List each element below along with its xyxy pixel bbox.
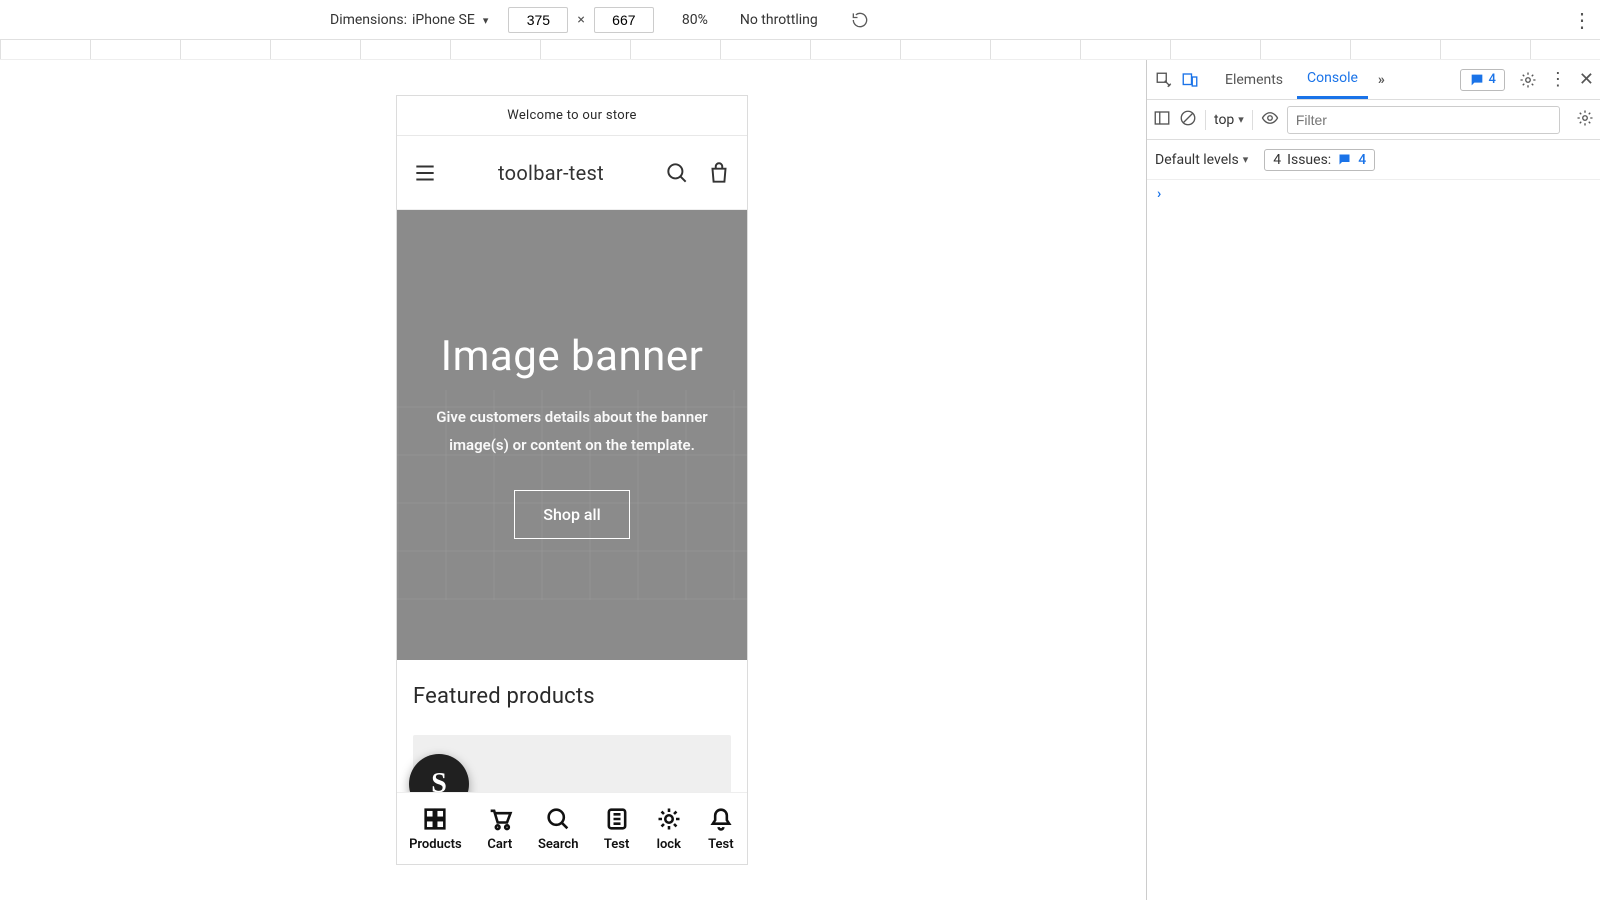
devtools-tabs: Elements Console » 4 ⋮ ✕ [1147, 60, 1600, 100]
issues-button[interactable]: 4 Issues: 4 [1264, 149, 1375, 171]
toolbar-item-cart[interactable]: Cart [486, 805, 514, 852]
rotate-button[interactable] [850, 10, 870, 30]
zoom-value: 80% [682, 12, 708, 28]
bell-icon [707, 805, 735, 833]
message-icon [1337, 152, 1352, 167]
toolbar-item-test-2[interactable]: Test [707, 805, 735, 852]
messages-badge[interactable]: 4 [1460, 69, 1505, 91]
toolbar-item-test-1[interactable]: Test [603, 805, 631, 852]
zoom-select[interactable]: 80% [682, 12, 712, 28]
banner-title: Image banner [441, 332, 704, 381]
banner-subtitle: Give customers details about the banner … [415, 403, 729, 460]
more-tabs-button[interactable]: » [1372, 72, 1391, 88]
device-toolbar: Dimensions: iPhone SE × 80% No throttlin… [0, 0, 1600, 40]
more-options-button[interactable]: ⋮ [1572, 8, 1592, 32]
issues-count-prefix: 4 [1273, 152, 1281, 168]
dimensions-label: Dimensions: [330, 12, 407, 28]
inspect-element-button[interactable] [1153, 69, 1175, 91]
device-icon [1181, 71, 1199, 89]
no-entry-icon [1179, 109, 1197, 127]
console-subtoolbar: Default levels 4 Issues: 4 [1147, 140, 1600, 180]
announcement-bar: Welcome to our store [397, 96, 747, 136]
toolbar-item-label: Products [409, 837, 462, 852]
badge-count: 4 [1489, 72, 1496, 87]
tab-elements[interactable]: Elements [1215, 60, 1293, 99]
shop-all-button[interactable]: Shop all [514, 490, 629, 539]
console-toolbar: top [1147, 100, 1600, 140]
log-levels-select[interactable]: Default levels [1155, 152, 1248, 168]
filter-input[interactable] [1287, 106, 1560, 134]
bottom-toolbar: Products Cart Search Test lock [397, 792, 747, 864]
newspaper-icon [603, 805, 631, 833]
mobile-frame: Welcome to our store toolbar-test Image … [396, 95, 748, 865]
toolbar-item-label: Test [604, 837, 629, 852]
throttling-select[interactable]: No throttling [740, 12, 822, 28]
device-viewport: Welcome to our store toolbar-test Image … [0, 60, 1146, 900]
context-label: top [1214, 112, 1234, 128]
toolbar-item-lock[interactable]: lock [655, 805, 683, 852]
gear-icon [655, 805, 683, 833]
console-settings-button[interactable] [1576, 109, 1594, 131]
close-devtools-button[interactable]: ✕ [1579, 69, 1594, 90]
kebab-menu-button[interactable]: ⋮ [1549, 69, 1567, 90]
toolbar-item-label: Cart [487, 837, 512, 852]
toolbar-item-search[interactable]: Search [538, 805, 579, 852]
store-title[interactable]: toolbar-test [498, 161, 604, 185]
throttling-value: No throttling [740, 12, 818, 28]
ruler-bar [0, 40, 1600, 60]
cart-button[interactable] [705, 159, 733, 187]
console-prompt: › [1157, 186, 1161, 202]
grid-icon [421, 805, 449, 833]
eye-icon [1261, 109, 1279, 127]
inspect-icon [1155, 71, 1173, 89]
menu-button[interactable] [411, 159, 439, 187]
featured-title: Featured products [413, 684, 731, 709]
gear-icon [1576, 109, 1594, 127]
toolbar-item-label: Test [708, 837, 733, 852]
dimension-separator: × [577, 12, 584, 28]
rotate-icon [850, 10, 870, 30]
image-banner: Image banner Give customers details abou… [397, 210, 747, 660]
bag-icon [706, 160, 732, 186]
clear-console-button[interactable] [1179, 109, 1197, 131]
context-selector[interactable]: top [1214, 112, 1244, 128]
store-header: toolbar-test [397, 136, 747, 210]
sidebar-icon [1153, 109, 1171, 127]
levels-label: Default levels [1155, 152, 1239, 168]
toolbar-item-label: lock [657, 837, 681, 852]
device-dimensions-group: Dimensions: iPhone SE × [330, 7, 654, 33]
tab-console[interactable]: Console [1297, 60, 1368, 99]
toggle-device-button[interactable] [1179, 69, 1201, 91]
chevron-down-icon[interactable] [480, 12, 489, 28]
toolbar-item-label: Search [538, 837, 579, 852]
settings-button[interactable] [1519, 69, 1537, 90]
search-icon [664, 160, 690, 186]
cart-icon [486, 805, 514, 833]
message-icon [1469, 72, 1485, 88]
hamburger-icon [412, 160, 438, 186]
toolbar-item-products[interactable]: Products [409, 805, 462, 852]
device-height-input[interactable] [594, 7, 654, 33]
toggle-sidebar-button[interactable] [1153, 109, 1171, 131]
search-button[interactable] [663, 159, 691, 187]
console-body[interactable]: › [1147, 180, 1600, 900]
gear-icon [1519, 71, 1537, 89]
issues-label: Issues: [1287, 152, 1331, 168]
live-expression-button[interactable] [1261, 109, 1279, 131]
issues-count: 4 [1358, 152, 1366, 168]
device-name-select[interactable]: iPhone SE [412, 12, 475, 28]
device-width-input[interactable] [508, 7, 568, 33]
devtools-panel: Elements Console » 4 ⋮ ✕ [1146, 60, 1600, 900]
search-icon [544, 805, 572, 833]
